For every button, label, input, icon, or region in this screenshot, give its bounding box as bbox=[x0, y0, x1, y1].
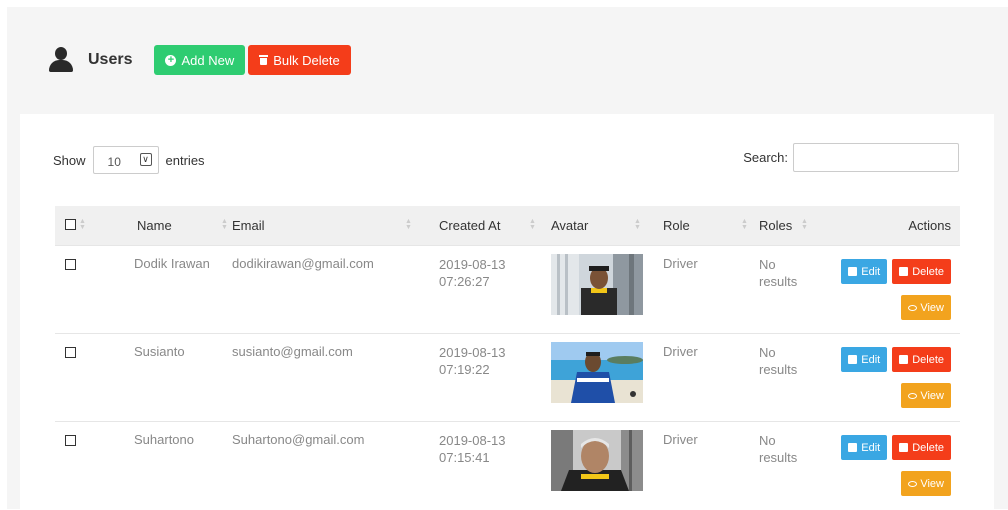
sort-icon[interactable]: ▲ ▼ bbox=[634, 218, 641, 231]
add-new-button[interactable]: + Add New bbox=[154, 45, 246, 75]
column-header-created-at[interactable]: Created At ▲ ▼ bbox=[427, 206, 551, 246]
eye-icon bbox=[908, 480, 918, 487]
edit-icon bbox=[848, 355, 858, 364]
search-area: Search: bbox=[743, 143, 959, 172]
avatar bbox=[551, 430, 643, 491]
search-input[interactable] bbox=[793, 143, 959, 172]
table-row: Dodik Irawan dodikirawan@gmail.com 2019-… bbox=[55, 245, 960, 334]
trash-icon bbox=[899, 443, 909, 452]
user-icon bbox=[48, 47, 74, 73]
bulk-delete-label: Bulk Delete bbox=[273, 52, 340, 68]
entries-value: 10 bbox=[107, 155, 121, 169]
entries-label: entries bbox=[165, 152, 205, 168]
row-roles-line2: results bbox=[759, 362, 798, 377]
delete-button[interactable]: Delete bbox=[892, 347, 951, 372]
edit-button[interactable]: Edit bbox=[841, 259, 888, 284]
row-name: Dodik Irawan bbox=[134, 256, 210, 271]
row-email: susianto@gmail.com bbox=[232, 344, 353, 359]
column-header-role[interactable]: Role ▲ ▼ bbox=[663, 206, 759, 246]
plus-circle-icon: + bbox=[165, 54, 177, 66]
row-roles-line1: No bbox=[759, 345, 776, 360]
view-button[interactable]: View bbox=[901, 471, 951, 496]
row-roles-line1: No bbox=[759, 257, 776, 272]
edit-button[interactable]: Edit bbox=[841, 347, 888, 372]
row-role: Driver bbox=[663, 256, 698, 271]
trash-icon bbox=[899, 355, 909, 364]
table-row: Susianto susianto@gmail.com 2019-08-13 0… bbox=[55, 333, 960, 422]
row-role: Driver bbox=[663, 344, 698, 359]
edit-icon bbox=[848, 267, 858, 276]
column-header-roles[interactable]: Roles ▲ ▼ bbox=[759, 206, 838, 246]
eye-icon bbox=[908, 392, 918, 399]
chevron-down-icon: ∨ bbox=[139, 153, 152, 166]
sort-icon[interactable]: ▲ ▼ bbox=[405, 218, 412, 231]
users-table: ▲ ▼ Name ▲ ▼ Email ▲ ▼ Created At ▲ ▼ Avatar… bbox=[55, 206, 960, 510]
sort-icon[interactable]: ▲ ▼ bbox=[801, 218, 808, 231]
sort-icon[interactable]: ▲ ▼ bbox=[741, 218, 748, 231]
row-email: dodikirawan@gmail.com bbox=[232, 256, 374, 271]
row-created-time: 07:19:22 bbox=[439, 362, 490, 377]
table-header-row: ▲ ▼ Name ▲ ▼ Email ▲ ▼ Created At ▲ ▼ Avatar… bbox=[55, 206, 960, 246]
delete-button[interactable]: Delete bbox=[892, 435, 951, 460]
row-roles-line1: No bbox=[759, 433, 776, 448]
column-header-actions: Actions bbox=[838, 206, 960, 246]
entries-select[interactable]: 10 ∨ bbox=[92, 146, 159, 174]
sort-icon[interactable]: ▲ ▼ bbox=[221, 218, 228, 231]
select-all-checkbox[interactable] bbox=[65, 219, 76, 230]
page-header: Users + Add New Bulk Delete bbox=[48, 44, 351, 76]
search-label: Search: bbox=[743, 150, 788, 165]
eye-icon bbox=[908, 304, 918, 311]
show-label: Show bbox=[53, 152, 86, 168]
trash-icon bbox=[899, 267, 909, 276]
column-header-name[interactable]: Name ▲ ▼ bbox=[117, 206, 232, 246]
row-created-time: 07:26:27 bbox=[439, 274, 490, 289]
bulk-delete-button[interactable]: Bulk Delete bbox=[248, 45, 351, 75]
row-created-date: 2019-08-13 bbox=[439, 257, 506, 272]
edit-button[interactable]: Edit bbox=[841, 435, 888, 460]
row-role: Driver bbox=[663, 432, 698, 447]
avatar bbox=[551, 254, 643, 315]
row-name: Suhartono bbox=[134, 432, 194, 447]
view-button[interactable]: View bbox=[901, 295, 951, 320]
trash-icon bbox=[259, 55, 269, 65]
row-name: Susianto bbox=[134, 344, 185, 359]
row-checkbox[interactable] bbox=[65, 347, 76, 358]
row-checkbox[interactable] bbox=[65, 435, 76, 446]
column-header-avatar[interactable]: Avatar ▲ ▼ bbox=[551, 206, 663, 246]
sort-icon[interactable]: ▲ ▼ bbox=[79, 218, 86, 231]
show-entries: Show 10 ∨ entries bbox=[53, 146, 205, 174]
column-header-email[interactable]: Email ▲ ▼ bbox=[232, 206, 427, 246]
users-card: Show 10 ∨ entries Search: ▲ ▼ Name ▲ ▼ Ema… bbox=[20, 114, 994, 510]
add-new-label: Add New bbox=[181, 52, 235, 68]
row-email: Suhartono@gmail.com bbox=[232, 432, 365, 447]
sort-icon[interactable]: ▲ ▼ bbox=[529, 218, 536, 231]
row-checkbox[interactable] bbox=[65, 259, 76, 270]
select-all-header[interactable]: ▲ ▼ bbox=[55, 206, 117, 246]
row-created-date: 2019-08-13 bbox=[439, 433, 506, 448]
page-title: Users bbox=[88, 51, 133, 68]
edit-icon bbox=[848, 443, 858, 452]
avatar bbox=[551, 342, 643, 403]
table-row: Suhartono Suhartono@gmail.com 2019-08-13… bbox=[55, 421, 960, 510]
row-created-time: 07:15:41 bbox=[439, 450, 490, 465]
delete-button[interactable]: Delete bbox=[892, 259, 951, 284]
row-created-date: 2019-08-13 bbox=[439, 345, 506, 360]
row-roles-line2: results bbox=[759, 450, 798, 465]
row-roles-line2: results bbox=[759, 274, 798, 289]
view-button[interactable]: View bbox=[901, 383, 951, 408]
